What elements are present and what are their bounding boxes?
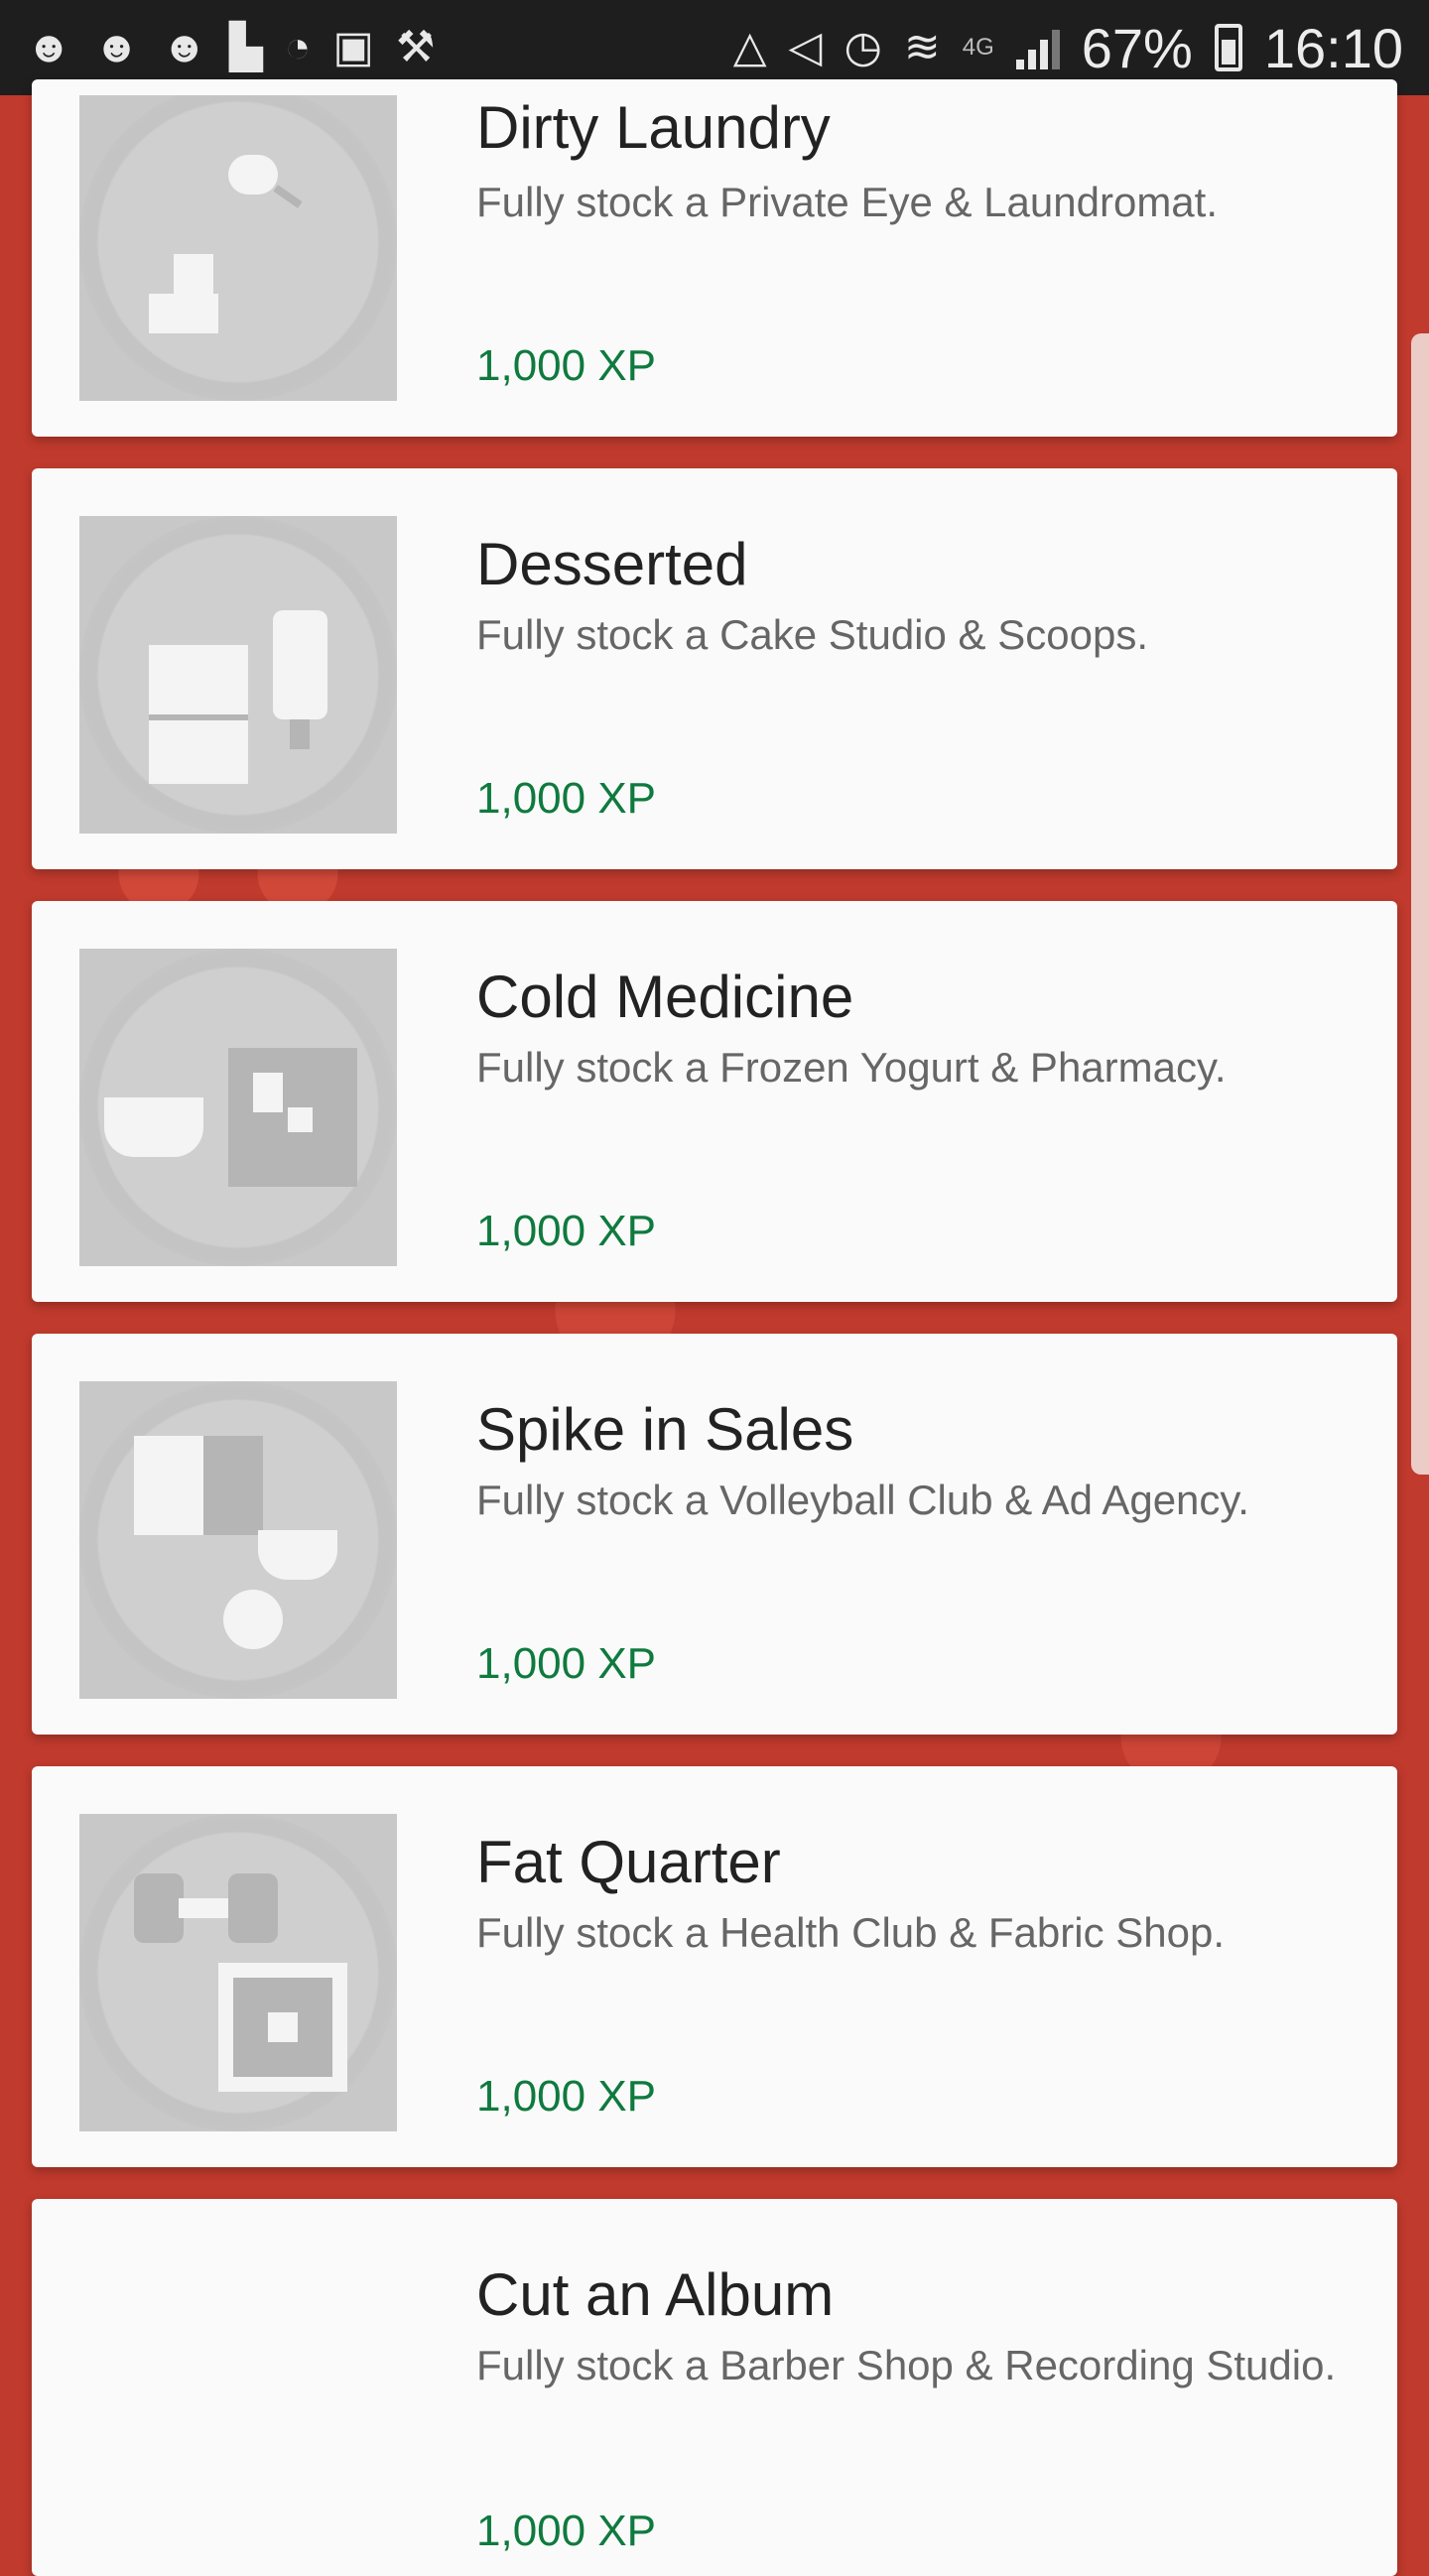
achievement-title: Dirty Laundry: [476, 94, 831, 161]
achievement-card[interactable]: Desserted Fully stock a Cake Studio & Sc…: [32, 468, 1397, 869]
achievement-card[interactable]: Cut an Album Fully stock a Barber Shop &…: [32, 2199, 1397, 2576]
speedometer-icon: ◔: [284, 23, 312, 71]
achievement-description: Fully stock a Health Club & Fabric Shop.: [476, 1909, 1225, 1956]
scrollbar[interactable]: [1411, 333, 1429, 1475]
reddit-icon: ☻: [93, 23, 140, 71]
network-type: 4G: [962, 34, 994, 61]
achievement-title: Cut an Album: [476, 2261, 835, 2328]
trophy-icon: [79, 1381, 397, 1699]
achievement-xp: 1,000 XP: [476, 341, 657, 390]
achievement-xp: 1,000 XP: [476, 2507, 657, 2555]
achievement-title: Desserted: [476, 531, 748, 597]
dumbbell-icon: [79, 1814, 397, 2131]
achievement-xp: 1,000 XP: [476, 2072, 657, 2121]
achievement-card[interactable]: Dirty Laundry Fully stock a Private Eye …: [32, 79, 1397, 437]
achievement-card[interactable]: Cold Medicine Fully stock a Frozen Yogur…: [32, 901, 1397, 1302]
achievement-card[interactable]: Fat Quarter Fully stock a Health Club & …: [32, 1766, 1397, 2167]
achievement-xp: 1,000 XP: [476, 1639, 657, 1688]
pickaxe-icon: ⚒: [395, 23, 436, 71]
reddit-icon: ☻: [26, 23, 72, 71]
achievement-xp: 1,000 XP: [476, 774, 657, 823]
achievement-title: Cold Medicine: [476, 964, 854, 1030]
laundry-icon: [79, 95, 397, 401]
status-bar-left: ☻ ☻ ☻ ▙ ◔ ▣ ⚒: [26, 26, 435, 69]
alarm-icon: ◷: [844, 23, 882, 71]
achievement-card[interactable]: Spike in Sales Fully stock a Volleyball …: [32, 1334, 1397, 1735]
mute-icon: ◁: [788, 23, 823, 71]
achievement-title: Fat Quarter: [476, 1829, 781, 1895]
reddit-icon: ☻: [161, 23, 207, 71]
achievement-description: Fully stock a Frozen Yogurt & Pharmacy.: [476, 1044, 1227, 1091]
achievement-description: Fully stock a Volleyball Club & Ad Agenc…: [476, 1477, 1249, 1523]
achievement-description: Fully stock a Cake Studio & Scoops.: [476, 611, 1148, 658]
battery-percent: 67%: [1081, 16, 1193, 79]
achievement-title: Spike in Sales: [476, 1396, 854, 1463]
achievement-description: Fully stock a Barber Shop & Recording St…: [476, 2342, 1337, 2388]
image-icon: ▣: [332, 23, 374, 71]
medicine-icon: [79, 949, 397, 1266]
dessert-icon: [79, 516, 397, 834]
battery-icon: [1214, 24, 1242, 71]
recycle-icon: △: [732, 23, 767, 71]
status-bar-right: △ ◁ ◷ ≋ 4G 67% 16:10: [733, 16, 1403, 80]
achievement-description: Fully stock a Private Eye & Laundromat.: [476, 179, 1218, 225]
clock: 16:10: [1263, 16, 1403, 79]
building-icon: ▙: [228, 23, 263, 71]
signal-icon: [1015, 26, 1060, 69]
wifi-icon: ≋: [903, 23, 941, 71]
achievement-xp: 1,000 XP: [476, 1207, 657, 1255]
